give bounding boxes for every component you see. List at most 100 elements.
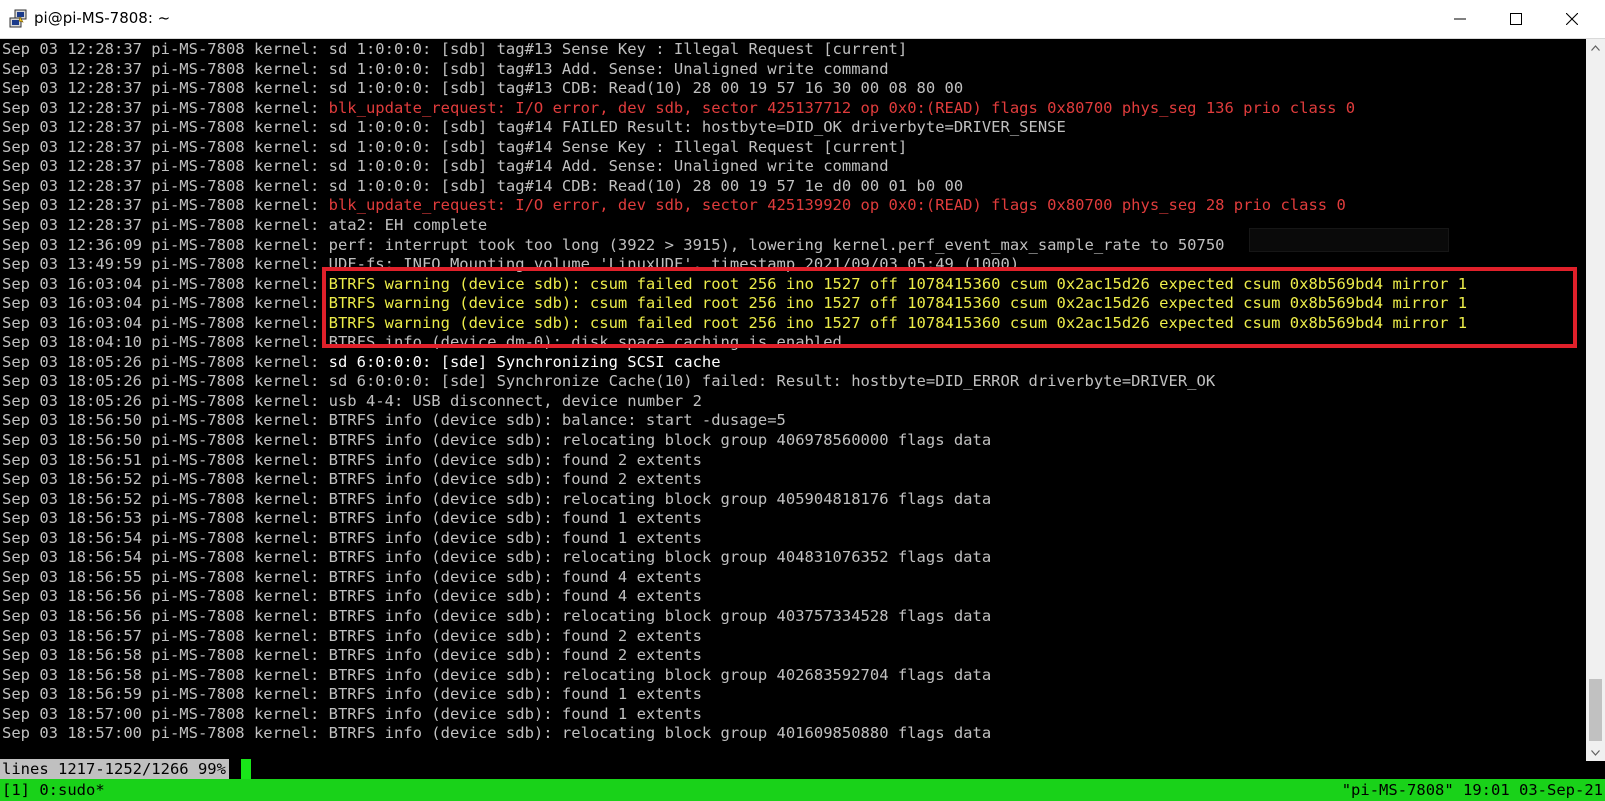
scrollbar-thumb[interactable] <box>1589 679 1602 741</box>
log-line: Sep 03 18:56:57 pi-MS-7808 kernel: BTRFS… <box>2 626 702 646</box>
pager-status: lines 1217-1252/1266 99% <box>0 759 229 779</box>
log-line: Sep 03 16:03:04 pi-MS-7808 kernel: BTRFS… <box>2 313 1467 333</box>
scroll-down-button[interactable] <box>1586 744 1605 761</box>
log-line-prefix: Sep 03 18:56:50 pi-MS-7808 kernel: <box>2 431 329 449</box>
log-line-prefix: Sep 03 18:56:52 pi-MS-7808 kernel: <box>2 470 329 489</box>
log-line: Sep 03 12:28:37 pi-MS-7808 kernel: ata2:… <box>2 215 487 235</box>
log-line-message: ata2: EH complete <box>328 215 488 234</box>
log-line: Sep 03 12:28:37 pi-MS-7808 kernel: sd 1:… <box>2 59 889 79</box>
arrow-up-icon <box>1591 44 1600 51</box>
log-line-message: BTRFS info (device sdb): found 1 extents <box>328 509 702 528</box>
log-line-prefix: Sep 03 13:49:59 pi-MS-7808 kernel: <box>2 255 329 274</box>
log-line: Sep 03 18:56:50 pi-MS-7808 kernel: BTRFS… <box>2 410 786 430</box>
tmux-window-list[interactable]: [1] 0:sudo* <box>2 779 105 801</box>
log-line-prefix: Sep 03 12:28:37 pi-MS-7808 kernel: <box>2 40 329 58</box>
ghost-tooltip <box>1249 228 1449 252</box>
log-line: Sep 03 18:56:54 pi-MS-7808 kernel: BTRFS… <box>2 547 991 567</box>
log-line: Sep 03 18:56:51 pi-MS-7808 kernel: BTRFS… <box>2 450 702 470</box>
log-line-message: sd 1:0:0:0: [sdb] tag#14 FAILED Result: … <box>328 118 1066 137</box>
minimize-icon <box>1454 18 1466 20</box>
window-title: pi@pi-MS-7808: ~ <box>34 9 171 27</box>
log-line: Sep 03 18:56:53 pi-MS-7808 kernel: BTRFS… <box>2 508 702 528</box>
log-line-message: BTRFS info (device sdb): found 2 extents <box>328 470 702 489</box>
log-line-prefix: Sep 03 12:28:37 pi-MS-7808 kernel: <box>2 79 329 98</box>
log-line: Sep 03 18:05:26 pi-MS-7808 kernel: sd 6:… <box>2 371 1215 391</box>
log-line-prefix: Sep 03 18:56:58 pi-MS-7808 kernel: <box>2 665 329 684</box>
log-line: Sep 03 12:28:37 pi-MS-7808 kernel: sd 1:… <box>2 117 1066 137</box>
log-line-prefix: Sep 03 12:28:37 pi-MS-7808 kernel: <box>2 59 329 78</box>
log-line-prefix: Sep 03 18:05:26 pi-MS-7808 kernel: <box>2 372 329 391</box>
log-line-message: sd 1:0:0:0: [sdb] tag#13 Sense Key : Ill… <box>328 40 908 58</box>
log-line: Sep 03 12:28:37 pi-MS-7808 kernel: sd 1:… <box>2 137 907 157</box>
vertical-scrollbar[interactable] <box>1586 39 1605 761</box>
log-line-message: BTRFS info (device sdb): relocating bloc… <box>328 665 992 684</box>
log-line-message: sd 1:0:0:0: [sdb] tag#13 CDB: Read(10) 2… <box>328 79 964 98</box>
tmux-status-bar: [1] 0:sudo* "pi-MS-7808" 19:01 03-Sep-21 <box>0 779 1605 801</box>
log-line-prefix: Sep 03 18:56:54 pi-MS-7808 kernel: <box>2 548 329 567</box>
log-line-message: BTRFS info (device sdb): found 1 extents <box>328 528 702 547</box>
maximize-button[interactable] <box>1488 0 1544 38</box>
log-line: Sep 03 12:28:37 pi-MS-7808 kernel: sd 1:… <box>2 156 889 176</box>
log-line: Sep 03 12:36:09 pi-MS-7808 kernel: perf:… <box>2 235 1224 255</box>
log-line-prefix: Sep 03 18:56:51 pi-MS-7808 kernel: <box>2 450 329 469</box>
log-line: Sep 03 18:57:00 pi-MS-7808 kernel: BTRFS… <box>2 704 702 724</box>
log-line-prefix: Sep 03 12:28:37 pi-MS-7808 kernel: <box>2 176 329 195</box>
log-line-prefix: Sep 03 18:57:00 pi-MS-7808 kernel: <box>2 724 329 743</box>
log-line-message: sd 1:0:0:0: [sdb] tag#14 CDB: Read(10) 2… <box>328 176 964 195</box>
log-line-prefix: Sep 03 12:28:37 pi-MS-7808 kernel: <box>2 118 329 137</box>
log-line-message: BTRFS info (device sdb): found 2 extents <box>328 450 702 469</box>
log-line: Sep 03 12:28:37 pi-MS-7808 kernel: blk_u… <box>2 98 1355 118</box>
terminal-output[interactable]: Sep 03 12:28:37 pi-MS-7808 kernel: sd 1:… <box>0 39 1586 761</box>
log-line: Sep 03 13:49:59 pi-MS-7808 kernel: UDF-f… <box>2 254 1019 274</box>
log-line: Sep 03 18:05:26 pi-MS-7808 kernel: sd 6:… <box>2 352 721 372</box>
log-line-message: blk_update_request: I/O error, dev sdb, … <box>328 196 1346 215</box>
log-line-message: BTRFS info (device sdb): relocating bloc… <box>328 431 992 449</box>
log-line: Sep 03 18:56:50 pi-MS-7808 kernel: BTRFS… <box>2 430 991 450</box>
log-line-prefix: Sep 03 18:04:10 pi-MS-7808 kernel: <box>2 333 329 352</box>
title-bar[interactable]: pi@pi-MS-7808: ~ <box>0 0 1605 39</box>
log-line: Sep 03 18:56:56 pi-MS-7808 kernel: BTRFS… <box>2 606 991 626</box>
log-line-message: BTRFS warning (device sdb): csum failed … <box>328 274 1468 293</box>
text-cursor <box>241 759 251 779</box>
log-line-message: sd 6:0:0:0: [sde] Synchronize Cache(10) … <box>328 372 1216 391</box>
log-line: Sep 03 18:56:55 pi-MS-7808 kernel: BTRFS… <box>2 567 702 587</box>
pager-command-line[interactable]: lines 1217-1252/1266 99% <box>0 759 1586 779</box>
log-line-prefix: Sep 03 18:56:50 pi-MS-7808 kernel: <box>2 411 329 430</box>
log-line: Sep 03 18:04:10 pi-MS-7808 kernel: BTRFS… <box>2 332 842 352</box>
scroll-up-button[interactable] <box>1586 39 1605 56</box>
log-line-message: BTRFS info (device sdb): found 4 extents <box>328 587 702 606</box>
log-line-message: sd 1:0:0:0: [sdb] tag#14 Sense Key : Ill… <box>328 137 908 156</box>
log-line-message: blk_update_request: I/O error, dev sdb, … <box>328 98 1356 117</box>
log-line: Sep 03 16:03:04 pi-MS-7808 kernel: BTRFS… <box>2 293 1467 313</box>
log-line-message: BTRFS info (device sdb): relocating bloc… <box>328 606 992 625</box>
putty-icon[interactable] <box>8 9 28 29</box>
log-line-prefix: Sep 03 12:28:37 pi-MS-7808 kernel: <box>2 215 329 234</box>
log-line-prefix: Sep 03 18:56:54 pi-MS-7808 kernel: <box>2 528 329 547</box>
log-line-prefix: Sep 03 18:05:26 pi-MS-7808 kernel: <box>2 391 329 410</box>
log-line-message: BTRFS warning (device sdb): csum failed … <box>328 313 1468 332</box>
log-line-message: BTRFS info (device sdb): balance: start … <box>328 411 786 430</box>
log-line-message: UDF-fs: INFO Mounting volume 'LinuxUDF',… <box>328 255 1020 274</box>
log-line-message: sd 6:0:0:0: [sde] Synchronizing SCSI cac… <box>328 352 721 371</box>
log-line-message: BTRFS info (device sdb): found 2 extents <box>328 646 702 665</box>
log-line: Sep 03 18:56:54 pi-MS-7808 kernel: BTRFS… <box>2 528 702 548</box>
log-line-message: BTRFS warning (device sdb): csum failed … <box>328 294 1468 313</box>
log-line-prefix: Sep 03 16:03:04 pi-MS-7808 kernel: <box>2 274 329 293</box>
log-line-prefix: Sep 03 18:56:55 pi-MS-7808 kernel: <box>2 567 329 586</box>
log-line: Sep 03 12:28:37 pi-MS-7808 kernel: blk_u… <box>2 195 1346 215</box>
log-line: Sep 03 12:28:37 pi-MS-7808 kernel: sd 1:… <box>2 176 963 196</box>
log-line-prefix: Sep 03 12:36:09 pi-MS-7808 kernel: <box>2 235 329 254</box>
putty-window: pi@pi-MS-7808: ~ Sep 03 12:28:37 pi-MS-7… <box>0 0 1605 801</box>
log-line: Sep 03 18:56:56 pi-MS-7808 kernel: BTRFS… <box>2 586 702 606</box>
minimize-button[interactable] <box>1432 0 1488 38</box>
log-line-message: BTRFS info (device dm-0): disk space cac… <box>328 333 842 352</box>
log-line: Sep 03 18:56:52 pi-MS-7808 kernel: BTRFS… <box>2 469 702 489</box>
close-icon <box>1566 13 1578 25</box>
arrow-down-icon <box>1591 749 1600 756</box>
log-line-message: sd 1:0:0:0: [sdb] tag#14 Add. Sense: Una… <box>328 157 889 176</box>
log-line-prefix: Sep 03 18:56:56 pi-MS-7808 kernel: <box>2 587 329 606</box>
log-line-prefix: Sep 03 18:56:58 pi-MS-7808 kernel: <box>2 646 329 665</box>
log-line-prefix: Sep 03 12:28:37 pi-MS-7808 kernel: <box>2 98 329 117</box>
log-line-message: perf: interrupt took too long (3922 > 39… <box>328 235 1225 254</box>
close-button[interactable] <box>1544 0 1600 38</box>
